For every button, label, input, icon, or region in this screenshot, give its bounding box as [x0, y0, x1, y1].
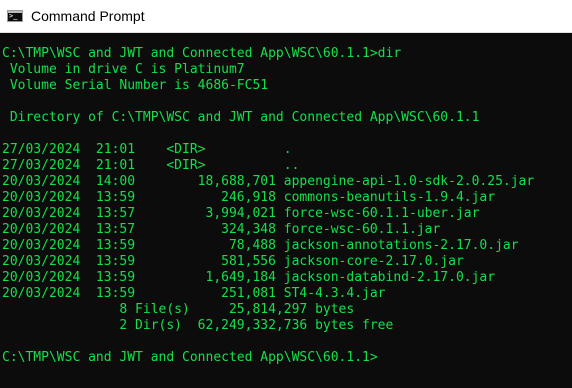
console-line: 20/03/2024 13:59 246,918 commons-beanuti…: [2, 190, 496, 205]
console-line: Volume in drive C is Platinum7: [2, 62, 245, 77]
console-line: 20/03/2024 13:59 78,488 jackson-annotati…: [2, 238, 519, 253]
command-prompt-line[interactable]: C:\TMP\WSC and JWT and Connected App\WSC…: [0, 350, 572, 366]
console-line: 20/03/2024 13:57 3,994,021 force-wsc-60.…: [2, 206, 480, 221]
console-line: 20/03/2024 13:59 251,081 ST4-4.3.4.jar: [2, 286, 386, 301]
console-line: 20/03/2024 13:59 1,649,184 jackson-datab…: [2, 270, 496, 285]
cmd-icon[interactable]: >_: [7, 10, 23, 22]
console-line: 2 Dir(s) 62,249,332,736 bytes free: [2, 318, 394, 333]
title-bar[interactable]: >_ Command Prompt: [0, 0, 572, 33]
window-title: Command Prompt: [31, 8, 145, 24]
console-line: 27/03/2024 21:01 <DIR> .: [2, 142, 292, 157]
console-line: 8 File(s) 25,814,297 bytes: [2, 302, 355, 317]
console-line: Directory of C:\TMP\WSC and JWT and Conn…: [2, 110, 480, 125]
console-line: 20/03/2024 14:00 18,688,701 appengine-ap…: [2, 174, 535, 189]
console-line: C:\TMP\WSC and JWT and Connected App\WSC…: [2, 46, 402, 61]
console-line: Volume Serial Number is 4686-FC51: [2, 78, 269, 93]
console-line: 20/03/2024 13:57 324,348 force-wsc-60.1.…: [2, 222, 441, 237]
console-output[interactable]: C:\TMP\WSC and JWT and Connected App\WSC…: [0, 33, 572, 388]
console-line: 27/03/2024 21:01 <DIR> ..: [2, 158, 300, 173]
icon-glyph: >_: [9, 12, 18, 20]
console-line: 20/03/2024 13:59 581,556 jackson-core-2.…: [2, 254, 464, 269]
